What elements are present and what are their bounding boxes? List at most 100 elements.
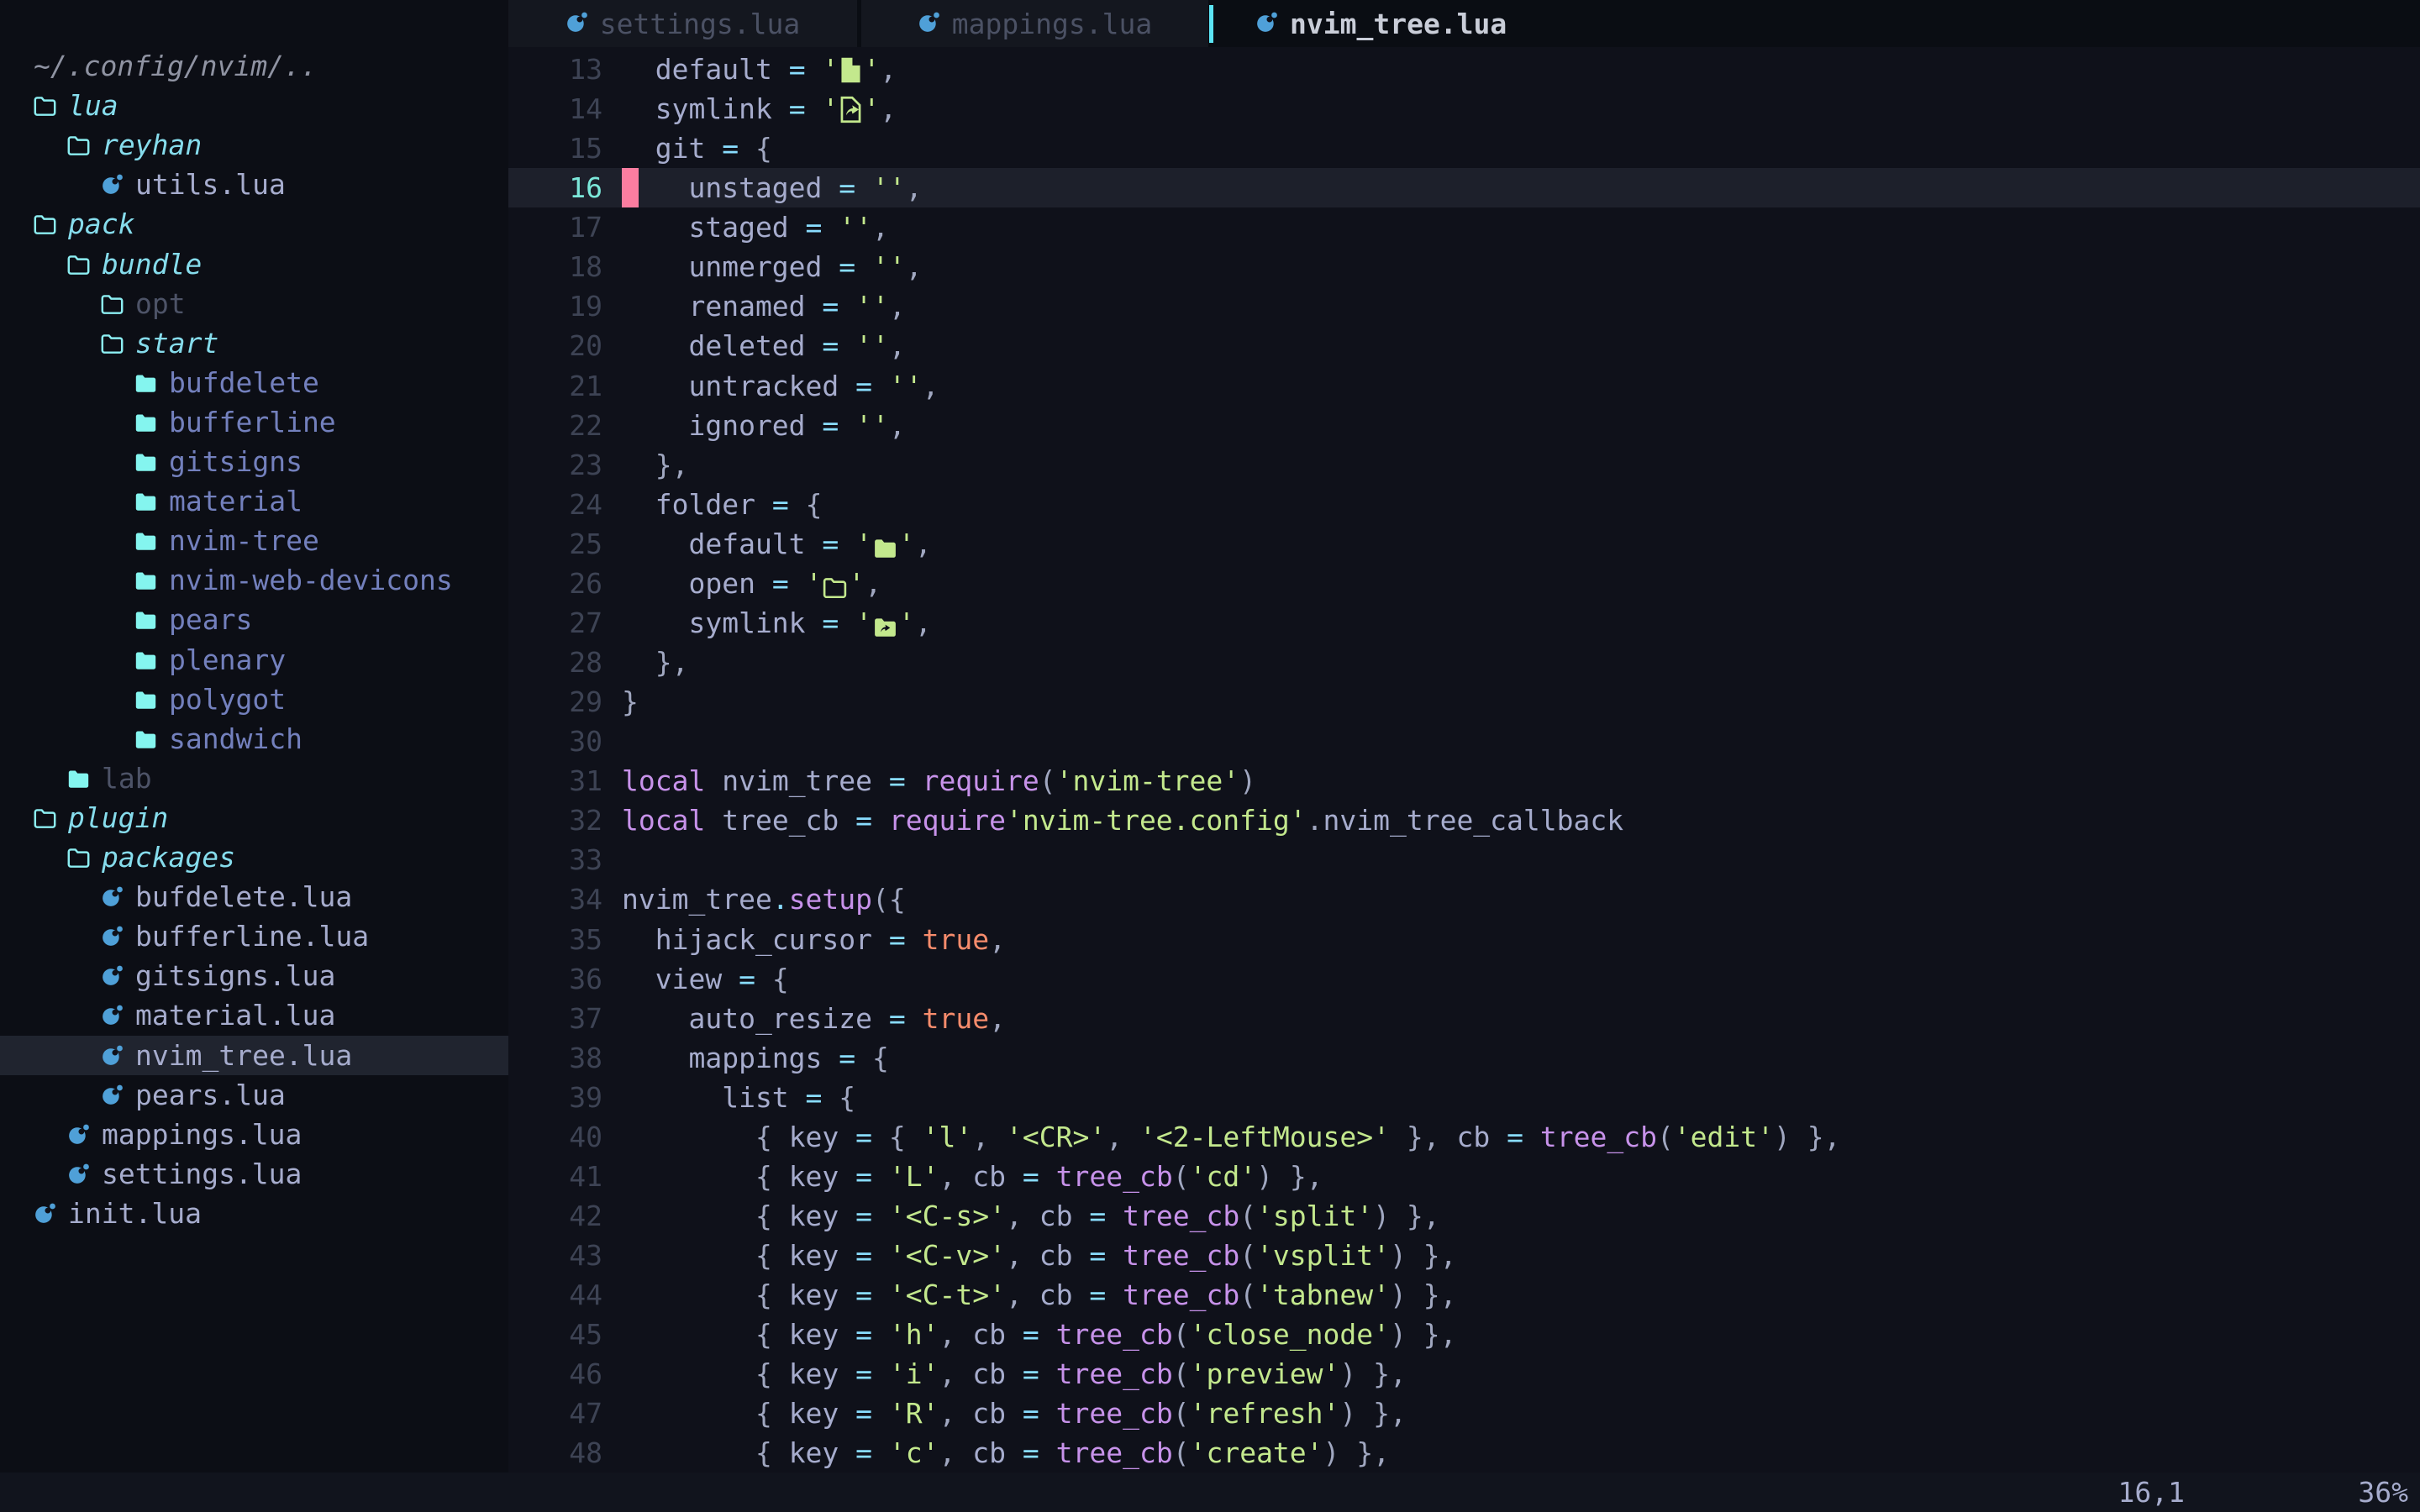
code-line-25[interactable]: 25 default = '',: [508, 524, 2420, 564]
line-number: 47: [508, 1394, 602, 1433]
code-line-48[interactable]: 48 { key = 'c', cb = tree_cb('create') }…: [508, 1433, 2420, 1473]
code-line-46[interactable]: 46 { key = 'i', cb = tree_cb('preview') …: [508, 1354, 2420, 1394]
code-line-text: local nvim_tree = require('nvim-tree'): [622, 761, 1256, 801]
tree-item-mappings.lua[interactable]: mappings.lua: [0, 1115, 508, 1154]
code-line-32[interactable]: 32local tree_cb = require'nvim-tree.conf…: [508, 801, 2420, 840]
code-line-31[interactable]: 31local nvim_tree = require('nvim-tree'): [508, 761, 2420, 801]
tree-item-gitsigns[interactable]: gitsigns: [0, 442, 508, 481]
code-line-37[interactable]: 37 auto_resize = true,: [508, 999, 2420, 1038]
code-line-26[interactable]: 26 open = '',: [508, 564, 2420, 603]
tab-settings.lua[interactable]: settings.lua: [508, 0, 857, 47]
code-line-42[interactable]: 42 { key = '<C-s>', cb = tree_cb('split'…: [508, 1196, 2420, 1236]
folder-filled-icon: [872, 528, 898, 560]
scroll-percent: 36%: [2358, 1473, 2408, 1512]
tree-item-lua[interactable]: lua: [0, 86, 508, 125]
tree-item-label: reyhan: [102, 129, 202, 161]
code-line-41[interactable]: 41 { key = 'L', cb = tree_cb('cd') },: [508, 1157, 2420, 1196]
tree-item-label: bufdelete: [169, 366, 319, 399]
tree-item-bufdelete[interactable]: bufdelete: [0, 363, 508, 402]
tab-nvim_tree.lua[interactable]: nvim_tree.lua: [1213, 0, 1557, 47]
folder-open-outline-icon: [822, 567, 848, 600]
tree-item-bufferline.lua[interactable]: bufferline.lua: [0, 916, 508, 956]
tree-item-label: settings.lua: [102, 1158, 302, 1190]
code-line-34[interactable]: 34nvim_tree.setup({: [508, 879, 2420, 919]
tree-item-lab[interactable]: lab: [0, 759, 508, 798]
tree-item-opt[interactable]: opt: [0, 284, 508, 323]
tree-item-packages[interactable]: packages: [0, 837, 508, 877]
tree-item-reyhan[interactable]: reyhan: [0, 125, 508, 165]
code-line-text: default = '',: [622, 524, 932, 564]
tree-item-nvim-tree[interactable]: nvim-tree: [0, 521, 508, 560]
code-line-19[interactable]: 19 renamed = '',: [508, 286, 2420, 326]
code-line-text: unmerged = '',: [622, 247, 923, 286]
code-line-38[interactable]: 38 mappings = {: [508, 1038, 2420, 1078]
code-line-22[interactable]: 22 ignored = '',: [508, 406, 2420, 445]
tree-item-material.lua[interactable]: material.lua: [0, 995, 508, 1035]
code-line-40[interactable]: 40 { key = { 'l', '<CR>', '<2-LeftMouse>…: [508, 1117, 2420, 1157]
lua-file-icon: [101, 885, 124, 908]
code-line-39[interactable]: 39 list = {: [508, 1078, 2420, 1117]
code-line-text: symlink = '',: [622, 89, 897, 129]
code-line-18[interactable]: 18 unmerged = '',: [508, 247, 2420, 286]
code-line-15[interactable]: 15 git = {: [508, 129, 2420, 168]
tree-root-path[interactable]: ~/.config/nvim/..: [0, 46, 508, 86]
code-line-33[interactable]: 33: [508, 840, 2420, 879]
code-line-29[interactable]: 29}: [508, 682, 2420, 722]
code-line-text: mappings = {: [622, 1038, 889, 1078]
code-line-16[interactable]: 16 unstaged = '',: [508, 168, 2420, 207]
code-line-28[interactable]: 28 },: [508, 643, 2420, 682]
code-line-text: hijack_cursor = true,: [622, 920, 1006, 959]
code-line-20[interactable]: 20 deleted = '',: [508, 326, 2420, 365]
code-line-35[interactable]: 35 hijack_cursor = true,: [508, 920, 2420, 959]
lua-file-icon: [101, 1084, 124, 1106]
line-number: 24: [508, 485, 602, 524]
tree-item-nvim-web-devicons[interactable]: nvim-web-devicons: [0, 560, 508, 600]
code-line-13[interactable]: 13 default = '',: [508, 50, 2420, 89]
line-number: 45: [508, 1315, 602, 1354]
tree-item-nvim_tree.lua[interactable]: nvim_tree.lua: [0, 1036, 508, 1075]
tree-item-settings.lua[interactable]: settings.lua: [0, 1154, 508, 1194]
line-number: 41: [508, 1157, 602, 1196]
tree-item-pears.lua[interactable]: pears.lua: [0, 1075, 508, 1115]
code-line-14[interactable]: 14 symlink = '',: [508, 89, 2420, 129]
line-number: 13: [508, 50, 602, 89]
tree-item-plenary[interactable]: plenary: [0, 640, 508, 680]
code-line-36[interactable]: 36 view = {: [508, 959, 2420, 999]
tree-item-sandwich[interactable]: sandwich: [0, 719, 508, 759]
code-line-23[interactable]: 23 },: [508, 445, 2420, 485]
tree-item-label: plenary: [169, 643, 286, 676]
tree-item-bundle[interactable]: bundle: [0, 244, 508, 284]
editor[interactable]: 13 default = '',14 symlink = '',15 git =…: [508, 47, 2420, 1473]
folder-closed-icon: [134, 650, 157, 670]
tree-item-polygot[interactable]: polygot: [0, 680, 508, 719]
code-line-27[interactable]: 27 symlink = '',: [508, 603, 2420, 643]
tree-item-label: bufdelete.lua: [135, 880, 352, 913]
code-line-47[interactable]: 47 { key = 'R', cb = tree_cb('refresh') …: [508, 1394, 2420, 1433]
tree-item-utils.lua[interactable]: utils.lua: [0, 165, 508, 204]
folder-open-icon: [34, 214, 56, 234]
tree-item-start[interactable]: start: [0, 323, 508, 363]
code-line-text: nvim_tree.setup({: [622, 879, 906, 919]
tree-item-bufferline[interactable]: bufferline: [0, 402, 508, 442]
lua-file-icon: [566, 8, 588, 40]
code-line-21[interactable]: 21 untracked = '',: [508, 366, 2420, 406]
tree-item-pack[interactable]: pack: [0, 204, 508, 244]
tree-item-bufdelete.lua[interactable]: bufdelete.lua: [0, 877, 508, 916]
line-number: 42: [508, 1196, 602, 1236]
code-line-44[interactable]: 44 { key = '<C-t>', cb = tree_cb('tabnew…: [508, 1275, 2420, 1315]
tree-item-plugin[interactable]: plugin: [0, 798, 508, 837]
code-line-24[interactable]: 24 folder = {: [508, 485, 2420, 524]
tree-item-pears[interactable]: pears: [0, 600, 508, 639]
tab-mappings.lua[interactable]: mappings.lua: [861, 0, 1208, 47]
line-number: 29: [508, 682, 602, 722]
tree-item-label: bufferline: [169, 406, 336, 438]
tree-item-material[interactable]: material: [0, 481, 508, 521]
tree-item-init.lua[interactable]: init.lua: [0, 1194, 508, 1233]
code-line-43[interactable]: 43 { key = '<C-v>', cb = tree_cb('vsplit…: [508, 1236, 2420, 1275]
tree-item-label: start: [135, 327, 218, 360]
code-line-30[interactable]: 30: [508, 722, 2420, 761]
tree-item-gitsigns.lua[interactable]: gitsigns.lua: [0, 956, 508, 995]
code-line-45[interactable]: 45 { key = 'h', cb = tree_cb('close_node…: [508, 1315, 2420, 1354]
code-line-17[interactable]: 17 staged = '',: [508, 207, 2420, 247]
lua-file-icon: [918, 8, 940, 40]
